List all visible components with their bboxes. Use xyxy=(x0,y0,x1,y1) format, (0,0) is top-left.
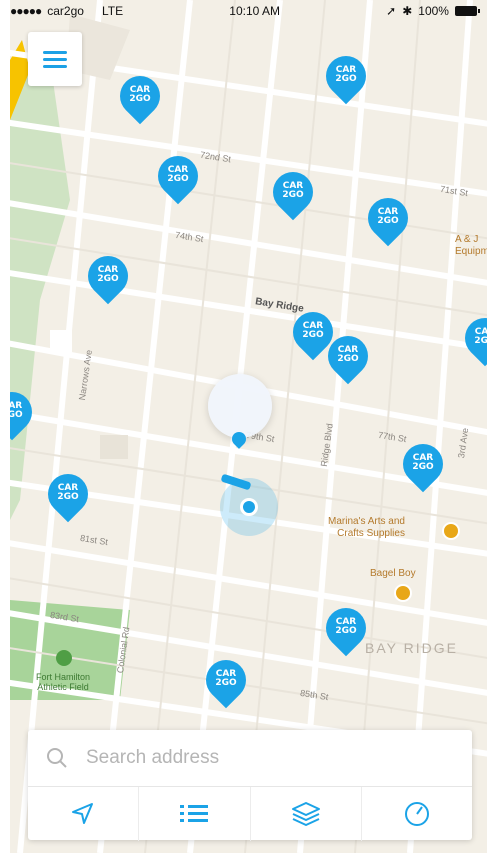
map-center-marker[interactable] xyxy=(208,374,272,438)
park-icon[interactable] xyxy=(56,650,72,666)
neighborhood-label: BAY RIDGE xyxy=(365,640,458,656)
search-icon xyxy=(47,748,67,768)
car-pin[interactable]: CAR2GO xyxy=(149,147,207,212)
battery-percent: 100% xyxy=(418,4,449,18)
car-pin[interactable]: CAR2GO xyxy=(39,465,97,530)
car-pin[interactable]: CAR2GO xyxy=(197,651,255,716)
building-block xyxy=(50,330,72,352)
building-block xyxy=(100,435,128,459)
gauge-icon xyxy=(404,802,429,826)
car-pin[interactable]: CAR2GO xyxy=(317,599,375,664)
network-type: LTE xyxy=(101,4,124,18)
avenue-ridge xyxy=(297,0,373,853)
search-bar[interactable] xyxy=(28,730,472,787)
poi-bagel-icon[interactable] xyxy=(394,584,412,602)
car-pin[interactable]: CAR2GO xyxy=(394,435,452,500)
car-pin[interactable]: CAR2GO xyxy=(264,163,322,228)
signal-strength-icon: ●●●●● xyxy=(10,4,42,18)
list-icon xyxy=(180,805,209,822)
layers-icon xyxy=(291,802,320,826)
location-services-icon: ➚ xyxy=(386,4,397,18)
carrier-name: car2go xyxy=(47,4,84,18)
car-pin[interactable]: CAR2GO xyxy=(359,189,417,254)
menu-button[interactable] xyxy=(28,32,82,86)
car-pin[interactable]: CAR2GO xyxy=(79,247,137,312)
bluetooth-icon: ✱ xyxy=(402,4,413,18)
park-label: Fort Hamilton Athletic Field xyxy=(35,672,90,692)
list-view-button[interactable] xyxy=(139,787,251,841)
navigation-arrow-icon xyxy=(72,803,94,824)
search-input[interactable] xyxy=(84,746,428,770)
hamburger-menu-icon xyxy=(43,47,67,72)
car-pin[interactable]: CAR2GO xyxy=(111,67,169,132)
clock: 10:10 AM xyxy=(229,4,280,18)
fuel-filter-button[interactable] xyxy=(362,787,472,841)
app-screen: 72nd St 71st St 74th St Bay Ridge 77th S… xyxy=(0,0,487,853)
locate-me-button[interactable] xyxy=(28,787,140,841)
map-view[interactable]: 72nd St 71st St 74th St Bay Ridge 77th S… xyxy=(10,0,487,853)
car-pin[interactable]: CAR2GO xyxy=(456,309,487,374)
map-layers-button[interactable] xyxy=(251,787,362,841)
car-pin[interactable]: CAR2GO xyxy=(319,327,377,392)
car-pin[interactable]: CAR2GO xyxy=(10,383,41,448)
car-pin[interactable]: CAR2GO xyxy=(317,47,375,112)
bottom-panel xyxy=(28,730,472,841)
poi-store-icon[interactable] xyxy=(442,522,460,540)
battery-icon xyxy=(454,6,480,16)
user-location-dot[interactable] xyxy=(240,498,258,516)
poi-store-label: Marina's Arts and Crafts Supplies xyxy=(328,516,405,539)
status-bar: ●●●●● car2go LTE 10:10 AM ➚ ✱ 100% xyxy=(0,0,487,22)
poi-equipment-label: A & JEquipme xyxy=(455,234,487,257)
map-toolbar xyxy=(28,787,472,841)
poi-bagel-label: Bagel Boy xyxy=(370,568,416,579)
